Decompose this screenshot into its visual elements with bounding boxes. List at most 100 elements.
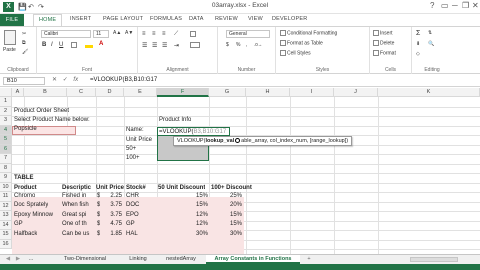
column-header-h[interactable]: H <box>246 88 290 97</box>
name-box[interactable]: B10 <box>3 77 45 85</box>
tab-formulas[interactable]: FORMULAS <box>150 16 182 22</box>
paste-icon[interactable] <box>4 30 16 45</box>
column-header-b[interactable]: B <box>24 88 67 97</box>
row-header-3[interactable]: 3 <box>0 116 12 126</box>
indent-icon[interactable]: ⇥ <box>174 42 179 49</box>
row-header-8[interactable]: 8 <box>0 163 12 173</box>
grow-font-icon[interactable]: A▲ <box>113 30 121 36</box>
row-header-16[interactable]: 16 <box>0 239 12 249</box>
column-header-d[interactable]: D <box>96 88 124 97</box>
enter-button[interactable]: ✓ <box>63 77 68 83</box>
middle-align-icon[interactable]: ≡ <box>152 31 156 37</box>
row-header-5[interactable]: 5 <box>0 135 12 145</box>
top-align-icon[interactable]: ≡ <box>142 31 146 37</box>
tab-developer[interactable]: DEVELOPER <box>272 16 307 22</box>
tab-data[interactable]: DATA <box>189 16 204 22</box>
italic-button[interactable]: I <box>51 42 53 48</box>
close-button[interactable]: ✕ <box>472 1 479 10</box>
row-header-15[interactable]: 15 <box>0 230 12 240</box>
row-header-10[interactable]: 10 <box>0 182 12 192</box>
number-format-select[interactable]: General <box>226 30 270 38</box>
restore-button[interactable]: ❐ <box>462 1 469 10</box>
column-header-i[interactable]: I <box>290 88 334 97</box>
autosum-icon[interactable]: Σ <box>416 30 420 37</box>
align-center-icon[interactable]: ☰ <box>152 42 157 49</box>
cut-icon[interactable]: ✂ <box>22 31 26 37</box>
insert-function-button[interactable]: fx <box>73 77 78 83</box>
ribbon-display-button[interactable]: ▭ <box>441 1 449 10</box>
row-header-9[interactable]: 9 <box>0 173 12 183</box>
more-sheets-button[interactable]: ... <box>26 255 36 264</box>
sheet-tab-linking[interactable]: Linking <box>120 255 156 264</box>
merge-center-icon[interactable] <box>190 42 201 48</box>
underline-button[interactable]: U <box>59 42 63 48</box>
worksheet-grid[interactable]: ABCDEFGHIJK 1 2 3 4 5 6 7 8 9 10 11 12 13 14 15 16 Prod… <box>0 88 480 254</box>
column-header-c[interactable]: C <box>67 88 96 97</box>
format-painter-icon[interactable]: 🖌 <box>22 49 28 55</box>
fill-icon[interactable]: ⬇ <box>416 41 420 47</box>
column-header-g[interactable]: G <box>209 88 246 97</box>
align-left-icon[interactable]: ☰ <box>142 42 147 49</box>
borders-icon[interactable] <box>71 42 78 48</box>
font-size-select[interactable]: 11 <box>93 30 109 38</box>
horizontal-scrollbar[interactable] <box>410 257 458 262</box>
fill-color-icon[interactable] <box>85 42 93 48</box>
column-header-f[interactable]: F <box>157 88 209 97</box>
minimize-button[interactable]: ─ <box>452 1 458 10</box>
formula-input[interactable]: =VLOOKUP(B3,B10:G17 <box>90 77 157 83</box>
row-header-13[interactable]: 13 <box>0 211 12 221</box>
tab-insert[interactable]: INSERT <box>70 16 91 22</box>
conditional-formatting-button[interactable]: Conditional Formatting <box>280 30 337 36</box>
align-right-icon[interactable]: ☰ <box>162 42 167 49</box>
paste-button[interactable]: Paste <box>3 47 16 53</box>
column-header-a[interactable]: A <box>12 88 24 97</box>
format-as-table-button[interactable]: Format as Table <box>280 40 323 46</box>
prev-sheet-button[interactable]: ◀ <box>4 255 12 264</box>
help-button[interactable]: ? <box>430 1 434 10</box>
orientation-icon[interactable]: ⟋ <box>174 31 178 38</box>
clear-icon[interactable]: ◇ <box>416 51 420 57</box>
format-cells-button[interactable]: Format <box>373 50 396 56</box>
sort-filter-icon[interactable]: ⇅ <box>428 30 432 36</box>
insert-cells-button[interactable]: Insert <box>373 30 393 36</box>
row-header-2[interactable]: 2 <box>0 106 12 116</box>
column-header-e[interactable]: E <box>124 88 157 97</box>
new-sheet-button[interactable]: + <box>304 255 314 264</box>
tab-page-layout[interactable]: PAGE LAYOUT <box>103 16 143 22</box>
row-header-1[interactable]: 1 <box>0 97 12 107</box>
row-header-14[interactable]: 14 <box>0 220 12 230</box>
font-name-select[interactable]: Calibri <box>41 30 91 38</box>
column-header-k[interactable]: K <box>378 88 480 97</box>
row-header-11[interactable]: 11 <box>0 192 12 202</box>
copy-icon[interactable]: ⧉ <box>22 40 26 46</box>
wrap-text-icon[interactable] <box>190 31 197 37</box>
tooltip-arg-lookup-value[interactable]: lookup_val <box>205 138 234 144</box>
function-argument-tooltip[interactable]: VLOOKUP(lookup_val able_array, col_index_… <box>173 136 352 146</box>
font-color-icon[interactable]: A <box>99 41 103 47</box>
sheet-tab-array-constants[interactable]: Array Constants in Functions <box>206 255 300 264</box>
row-header-4[interactable]: 4 <box>0 125 12 135</box>
comma-button[interactable]: , <box>246 42 247 48</box>
tab-file[interactable]: FILE <box>0 14 24 26</box>
next-sheet-button[interactable]: ▶ <box>14 255 22 264</box>
percent-button[interactable]: % <box>236 42 240 48</box>
delete-cells-button[interactable]: Delete <box>373 40 394 46</box>
find-select-icon[interactable]: 🔍 <box>428 41 434 47</box>
shrink-font-icon[interactable]: A▼ <box>125 30 133 36</box>
select-all-corner[interactable] <box>0 88 12 97</box>
row-header-7[interactable]: 7 <box>0 154 12 164</box>
row-header-12[interactable]: 12 <box>0 201 12 211</box>
bottom-align-icon[interactable]: ≡ <box>162 31 166 37</box>
tab-home[interactable]: HOME <box>33 14 63 26</box>
currency-button[interactable]: $ <box>226 42 229 48</box>
tab-view[interactable]: VIEW <box>248 16 263 22</box>
bold-button[interactable]: B <box>42 42 46 48</box>
cancel-button[interactable]: ✕ <box>52 77 57 83</box>
cell-editor-f3[interactable]: =VLOOKUP(B3,B10:G17 <box>157 127 230 136</box>
sheet-tab-nested-array[interactable]: nestedArray <box>158 255 204 264</box>
cell-styles-button[interactable]: Cell Styles <box>280 50 311 56</box>
increase-decimal-icon[interactable]: .0→ <box>254 42 262 47</box>
row-header-6[interactable]: 6 <box>0 144 12 154</box>
column-header-j[interactable]: J <box>334 88 378 97</box>
tab-review[interactable]: REVIEW <box>215 16 238 22</box>
